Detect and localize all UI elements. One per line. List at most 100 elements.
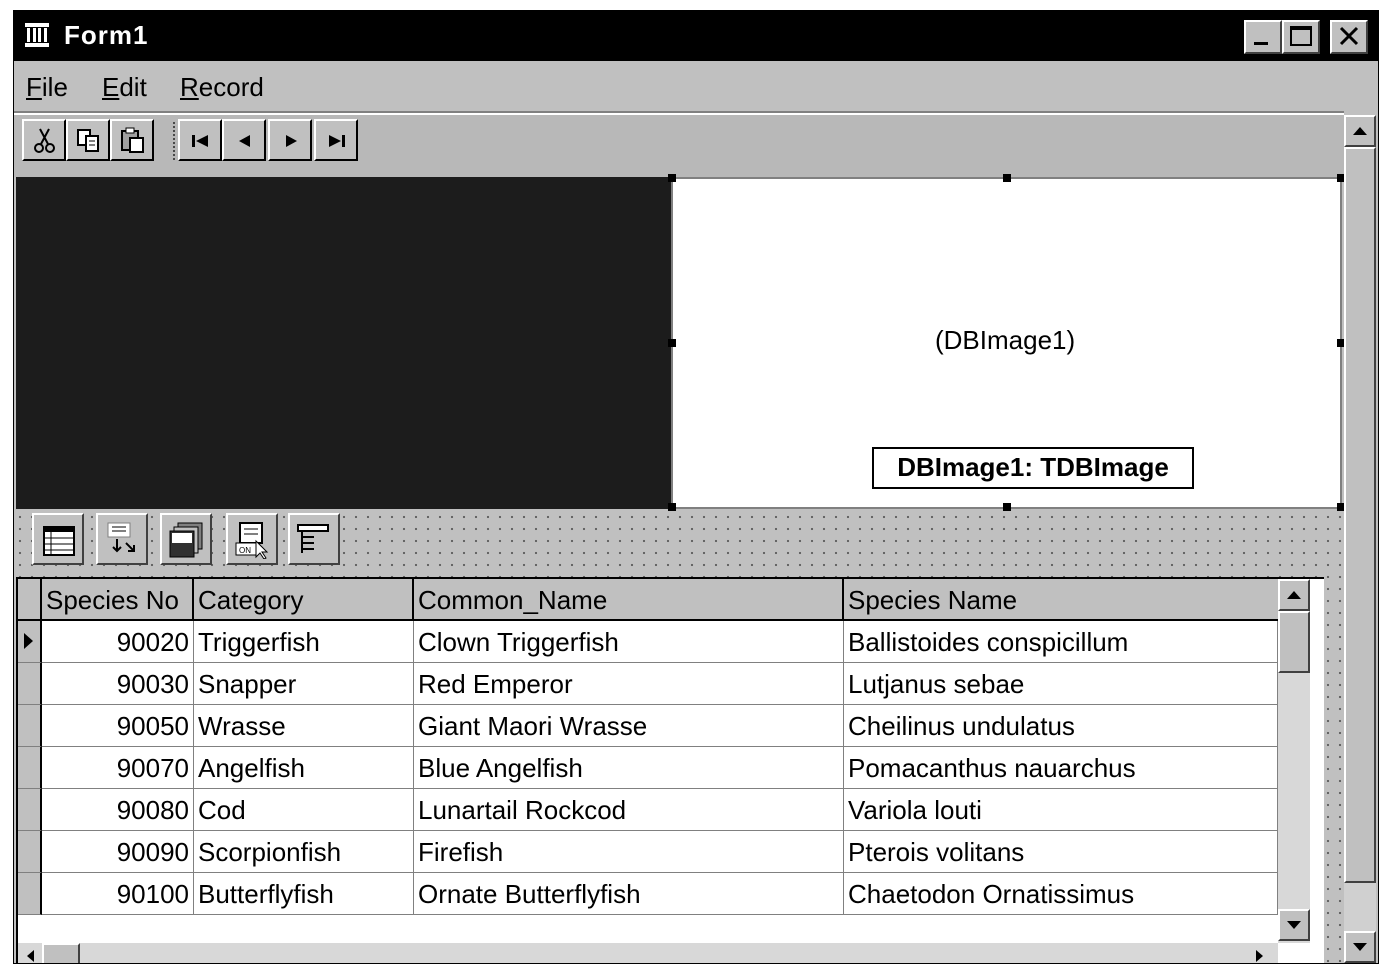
title-bar[interactable]: Form1 bbox=[14, 11, 1378, 61]
column-header[interactable]: Species No bbox=[42, 579, 194, 621]
svg-text:ON: ON bbox=[239, 546, 251, 555]
menu-bar: File Edit Record bbox=[14, 63, 1378, 111]
hscroll-thumb[interactable] bbox=[42, 943, 80, 963]
dbgrid[interactable]: Species No Category Common_Name Species … bbox=[16, 577, 1324, 963]
stack-component[interactable] bbox=[160, 513, 212, 565]
selection-handle[interactable] bbox=[668, 503, 676, 511]
selection-handle[interactable] bbox=[668, 174, 676, 182]
row-indicator[interactable] bbox=[18, 621, 42, 663]
table-icon bbox=[43, 526, 75, 556]
row-indicator[interactable] bbox=[18, 747, 42, 789]
grid-cell[interactable]: Clown Triggerfish bbox=[414, 621, 844, 663]
form-scroll-thumb[interactable] bbox=[1344, 147, 1376, 883]
arrow-right-icon bbox=[1256, 950, 1263, 962]
prior-record-button[interactable] bbox=[222, 119, 266, 161]
grid-cell[interactable]: Scorpionfish bbox=[194, 831, 414, 873]
cut-button[interactable] bbox=[22, 119, 66, 161]
scroll-up-button[interactable] bbox=[1278, 579, 1310, 611]
stack-icon bbox=[169, 522, 203, 558]
form-window: Form1 File Edit Record (DBImage1) DBImag… bbox=[13, 10, 1379, 964]
app-icon[interactable] bbox=[24, 20, 50, 50]
grid-cell[interactable]: Butterflyfish bbox=[194, 873, 414, 915]
row-indicator[interactable] bbox=[18, 789, 42, 831]
menu-record[interactable]: Record bbox=[180, 72, 264, 103]
scroll-thumb[interactable] bbox=[1278, 611, 1310, 673]
datasource-icon bbox=[107, 522, 135, 553]
dark-panel bbox=[16, 177, 671, 509]
selection-handle[interactable] bbox=[1003, 503, 1011, 511]
next-record-button[interactable] bbox=[268, 119, 312, 161]
form-scroll-down-button[interactable] bbox=[1344, 931, 1376, 963]
row-indicator[interactable] bbox=[18, 663, 42, 705]
grid-cell[interactable]: Lutjanus sebae bbox=[844, 663, 1278, 705]
minimize-button[interactable] bbox=[1244, 20, 1282, 54]
grid-cell[interactable]: 90090 bbox=[42, 831, 194, 873]
scroll-down-button[interactable] bbox=[1278, 909, 1310, 941]
close-button[interactable] bbox=[1330, 20, 1368, 54]
column-header[interactable]: Category bbox=[194, 579, 414, 621]
dbimage-placeholder: (DBImage1) bbox=[935, 325, 1076, 355]
prior-record-icon bbox=[239, 135, 250, 147]
grid-cell[interactable]: Variola louti bbox=[844, 789, 1278, 831]
grid-cell[interactable]: Ballistoides conspicillum bbox=[844, 621, 1278, 663]
grid-cell[interactable]: Lunartail Rockcod bbox=[414, 789, 844, 831]
paste-button[interactable] bbox=[110, 119, 154, 161]
grid-cell[interactable]: Angelfish bbox=[194, 747, 414, 789]
last-record-button[interactable] bbox=[314, 119, 358, 161]
grid-vertical-scrollbar[interactable] bbox=[1278, 579, 1310, 943]
grid-cell[interactable]: Blue Angelfish bbox=[414, 747, 844, 789]
form-scroll-up-button[interactable] bbox=[1344, 115, 1376, 147]
grid-corner bbox=[18, 579, 42, 621]
grid-cell[interactable]: Red Emperor bbox=[414, 663, 844, 705]
scroll-left-button[interactable] bbox=[20, 947, 40, 963]
maximize-button[interactable] bbox=[1282, 20, 1320, 54]
grid-cell[interactable]: Snapper bbox=[194, 663, 414, 705]
grid-cell[interactable]: 90030 bbox=[42, 663, 194, 705]
query-component[interactable] bbox=[288, 513, 340, 565]
form-vertical-scrollbar[interactable] bbox=[1344, 115, 1376, 963]
grid-cell[interactable]: 90080 bbox=[42, 789, 194, 831]
grid-cell[interactable]: Chaetodon Ornatissimus bbox=[844, 873, 1278, 915]
grid-cell[interactable]: Ornate Butterflyfish bbox=[414, 873, 844, 915]
copy-button[interactable] bbox=[66, 119, 110, 161]
arrow-down-icon bbox=[1353, 943, 1367, 951]
grid-cell[interactable]: Pomacanthus nauarchus bbox=[844, 747, 1278, 789]
current-row-icon bbox=[24, 633, 33, 649]
menu-file[interactable]: File bbox=[26, 72, 68, 103]
selection-handle[interactable] bbox=[668, 339, 676, 347]
grid-cell[interactable]: Giant Maori Wrasse bbox=[414, 705, 844, 747]
form-wizard-icon: ON bbox=[235, 522, 269, 559]
grid-cell[interactable]: 90100 bbox=[42, 873, 194, 915]
grid-cell[interactable]: Cheilinus undulatus bbox=[844, 705, 1278, 747]
arrow-up-icon bbox=[1287, 591, 1301, 599]
first-record-icon bbox=[192, 135, 208, 147]
grid-cell[interactable]: Triggerfish bbox=[194, 621, 414, 663]
form-wizard-component[interactable]: ON bbox=[226, 513, 278, 565]
datasource-component[interactable] bbox=[96, 513, 148, 565]
grid-cell[interactable]: 90050 bbox=[42, 705, 194, 747]
toolbar bbox=[14, 115, 1344, 177]
cut-icon bbox=[34, 128, 55, 153]
grid-cell[interactable]: Cod bbox=[194, 789, 414, 831]
scroll-right-button[interactable] bbox=[1250, 947, 1270, 963]
row-indicator[interactable] bbox=[18, 873, 42, 915]
table-component[interactable] bbox=[32, 513, 84, 565]
grid-cell[interactable]: Wrasse bbox=[194, 705, 414, 747]
arrow-down-icon bbox=[1287, 921, 1301, 929]
last-record-icon bbox=[329, 135, 345, 147]
selection-handle[interactable] bbox=[1003, 174, 1011, 182]
grid-cell[interactable]: Pterois volitans bbox=[844, 831, 1278, 873]
first-record-button[interactable] bbox=[178, 119, 222, 161]
maximize-icon bbox=[1290, 26, 1312, 46]
next-record-icon bbox=[286, 135, 297, 147]
menu-edit[interactable]: Edit bbox=[102, 72, 147, 103]
grid-cell[interactable]: 90020 bbox=[42, 621, 194, 663]
row-indicator[interactable] bbox=[18, 831, 42, 873]
column-header[interactable]: Species Name bbox=[844, 579, 1278, 621]
toolbar-grip[interactable] bbox=[172, 121, 176, 161]
row-indicator[interactable] bbox=[18, 705, 42, 747]
grid-cell[interactable]: 90070 bbox=[42, 747, 194, 789]
column-header[interactable]: Common_Name bbox=[414, 579, 844, 621]
grid-cell[interactable]: Firefish bbox=[414, 831, 844, 873]
grid-horizontal-scrollbar[interactable] bbox=[18, 943, 1278, 963]
